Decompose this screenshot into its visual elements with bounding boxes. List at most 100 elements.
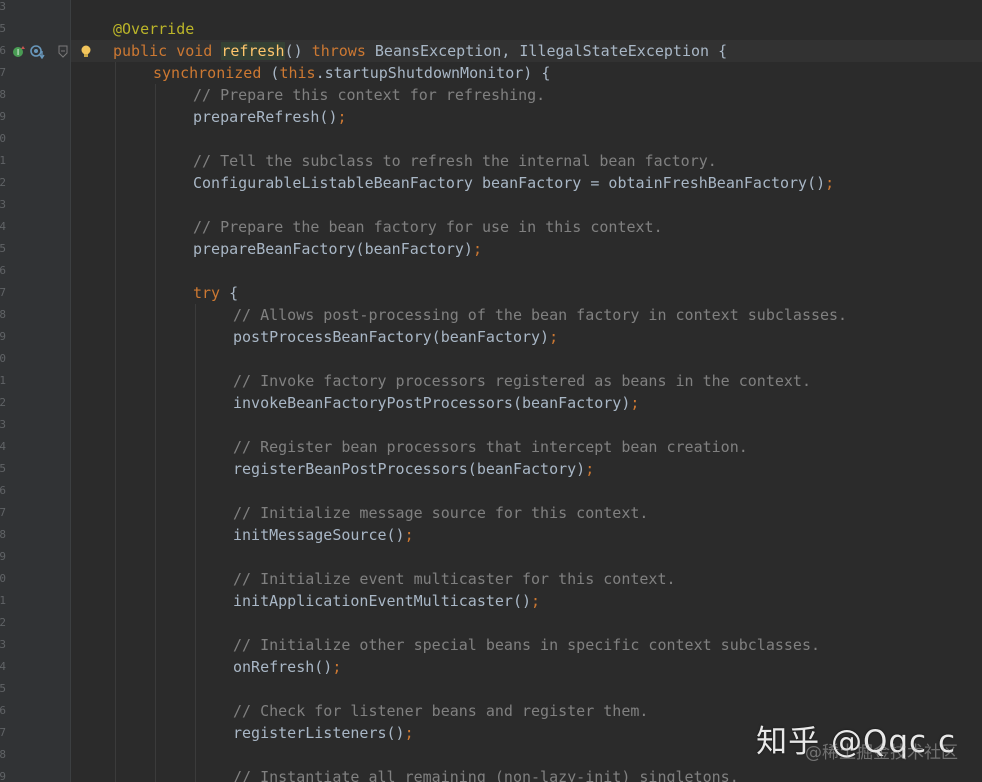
code-token: synchronized — [153, 64, 271, 82]
line-number: 6 — [0, 704, 6, 717]
line-number: 0 — [0, 572, 6, 585]
code-line[interactable]: // Prepare this context for refreshing. — [71, 84, 982, 106]
line-number: 5 — [0, 682, 6, 695]
code-line[interactable]: // Initialize message source for this co… — [71, 502, 982, 524]
code-token: // Instantiate all remaining (non-lazy-i… — [233, 768, 739, 782]
line-number: 8 — [0, 88, 6, 101]
code-token: // Register bean processors that interce… — [233, 438, 748, 456]
line-number: 9 — [0, 770, 6, 782]
code-line[interactable]: onRefresh(); — [71, 656, 982, 678]
code-token: ; — [332, 658, 342, 676]
code-line[interactable]: registerBeanPostProcessors(beanFactory); — [71, 458, 982, 480]
code-line[interactable]: // Initialize event multicaster for this… — [71, 568, 982, 590]
line-number: 9 — [0, 110, 6, 123]
code-area[interactable]: @Override public void refresh() throws Be… — [71, 0, 982, 782]
code-token: // Allows post-processing of the bean fa… — [233, 306, 848, 324]
code-token: invokeBeanFactoryPostProcessors(beanFact… — [233, 394, 631, 412]
code-token: postProcessBeanFactory(beanFactory) — [233, 328, 550, 346]
code-line[interactable]: // Invoke factory processors registered … — [71, 370, 982, 392]
code-line[interactable]: // Initialize other special beans in spe… — [71, 634, 982, 656]
line-number: 8 — [0, 308, 6, 321]
code-line[interactable]: @Override — [71, 18, 982, 40]
code-token: void — [176, 42, 222, 60]
code-token: initApplicationEventMulticaster() — [233, 592, 532, 610]
line-number: 3 — [0, 0, 6, 13]
code-line[interactable]: // Register bean processors that interce… — [71, 436, 982, 458]
line-number: 6 — [0, 484, 6, 497]
code-token: prepareRefresh() — [193, 108, 338, 126]
code-token: ; — [630, 394, 640, 412]
code-token: ; — [472, 240, 482, 258]
code-token: try — [193, 284, 230, 302]
code-line[interactable]: initApplicationEventMulticaster(); — [71, 590, 982, 612]
code-line[interactable]: // Allows post-processing of the bean fa… — [71, 304, 982, 326]
code-line[interactable] — [71, 348, 982, 370]
code-token: registerListeners() — [233, 724, 405, 742]
intention-bulb-icon[interactable] — [80, 45, 92, 62]
code-token: // Prepare this context for refreshing. — [193, 86, 546, 104]
code-token: ; — [549, 328, 559, 346]
code-line[interactable] — [71, 260, 982, 282]
code-line[interactable] — [71, 414, 982, 436]
code-token: refresh — [221, 42, 285, 60]
code-line[interactable] — [71, 612, 982, 634]
code-token: ; — [585, 460, 595, 478]
code-token: // Invoke factory processors registered … — [233, 372, 811, 390]
override-down-icon[interactable] — [30, 45, 46, 62]
code-line[interactable] — [71, 678, 982, 700]
code-line[interactable]: ConfigurableListableBeanFactory beanFact… — [71, 172, 982, 194]
code-token: ; — [825, 174, 835, 192]
code-line[interactable]: prepareRefresh(); — [71, 106, 982, 128]
code-editor[interactable]: 3567890123456789012345678901234567890I @… — [0, 0, 982, 782]
code-line[interactable]: // Tell the subclass to refresh the inte… — [71, 150, 982, 172]
code-line[interactable]: try { — [71, 282, 982, 304]
editor-gutter[interactable]: 3567890123456789012345678901234567890I — [0, 0, 71, 782]
code-token: registerBeanPostProcessors(beanFactory) — [233, 460, 586, 478]
line-number: 5 — [0, 462, 6, 475]
code-line[interactable] — [71, 480, 982, 502]
code-line[interactable]: // Prepare the bean factory for use in t… — [71, 216, 982, 238]
code-line[interactable]: // Instantiate all remaining (non-lazy-i… — [71, 766, 982, 782]
code-token: initMessageSource() — [233, 526, 405, 544]
code-token: prepareBeanFactory(beanFactory) — [193, 240, 473, 258]
code-token: ; — [531, 592, 541, 610]
code-line[interactable]: invokeBeanFactoryPostProcessors(beanFact… — [71, 392, 982, 414]
code-line[interactable]: synchronized (this.startupShutdownMonito… — [71, 62, 982, 84]
fold-icon[interactable] — [58, 45, 68, 62]
code-token: { — [229, 284, 239, 302]
svg-text:I: I — [17, 48, 19, 57]
line-number: 8 — [0, 528, 6, 541]
code-token: ; — [404, 724, 414, 742]
code-token: // Prepare the bean factory for use in t… — [193, 218, 663, 236]
code-token: // Tell the subclass to refresh the inte… — [193, 152, 717, 170]
line-number: 4 — [0, 220, 6, 233]
line-number: 1 — [0, 374, 6, 387]
line-number: 4 — [0, 440, 6, 453]
code-token: ; — [337, 108, 347, 126]
code-line[interactable]: initMessageSource(); — [71, 524, 982, 546]
code-line[interactable]: prepareBeanFactory(beanFactory); — [71, 238, 982, 260]
implements-up-icon[interactable]: I — [12, 45, 26, 62]
code-line[interactable] — [71, 194, 982, 216]
line-number: 5 — [0, 242, 6, 255]
line-number: 7 — [0, 726, 6, 739]
code-line-current[interactable]: public void refresh() throws BeansExcept… — [71, 40, 982, 62]
code-token: ; — [404, 526, 414, 544]
line-number: 6 — [0, 264, 6, 277]
code-line[interactable]: postProcessBeanFactory(beanFactory); — [71, 326, 982, 348]
line-number: 4 — [0, 660, 6, 673]
code-token: // Initialize message source for this co… — [233, 504, 649, 522]
code-token: onRefresh() — [233, 658, 333, 676]
line-number: 0 — [0, 132, 6, 145]
code-line[interactable] — [71, 546, 982, 568]
code-line[interactable] — [71, 0, 982, 18]
code-token: @Override — [113, 20, 195, 38]
code-line[interactable] — [71, 128, 982, 150]
code-token: // Check for listener beans and register… — [233, 702, 649, 720]
line-number: 6 — [0, 44, 6, 57]
line-number: 8 — [0, 748, 6, 761]
line-number: 3 — [0, 638, 6, 651]
code-token: ConfigurableListableBeanFactory beanFact… — [193, 174, 826, 192]
code-token: BeansException, IllegalStateException { — [374, 42, 728, 60]
code-token: throws — [311, 42, 375, 60]
